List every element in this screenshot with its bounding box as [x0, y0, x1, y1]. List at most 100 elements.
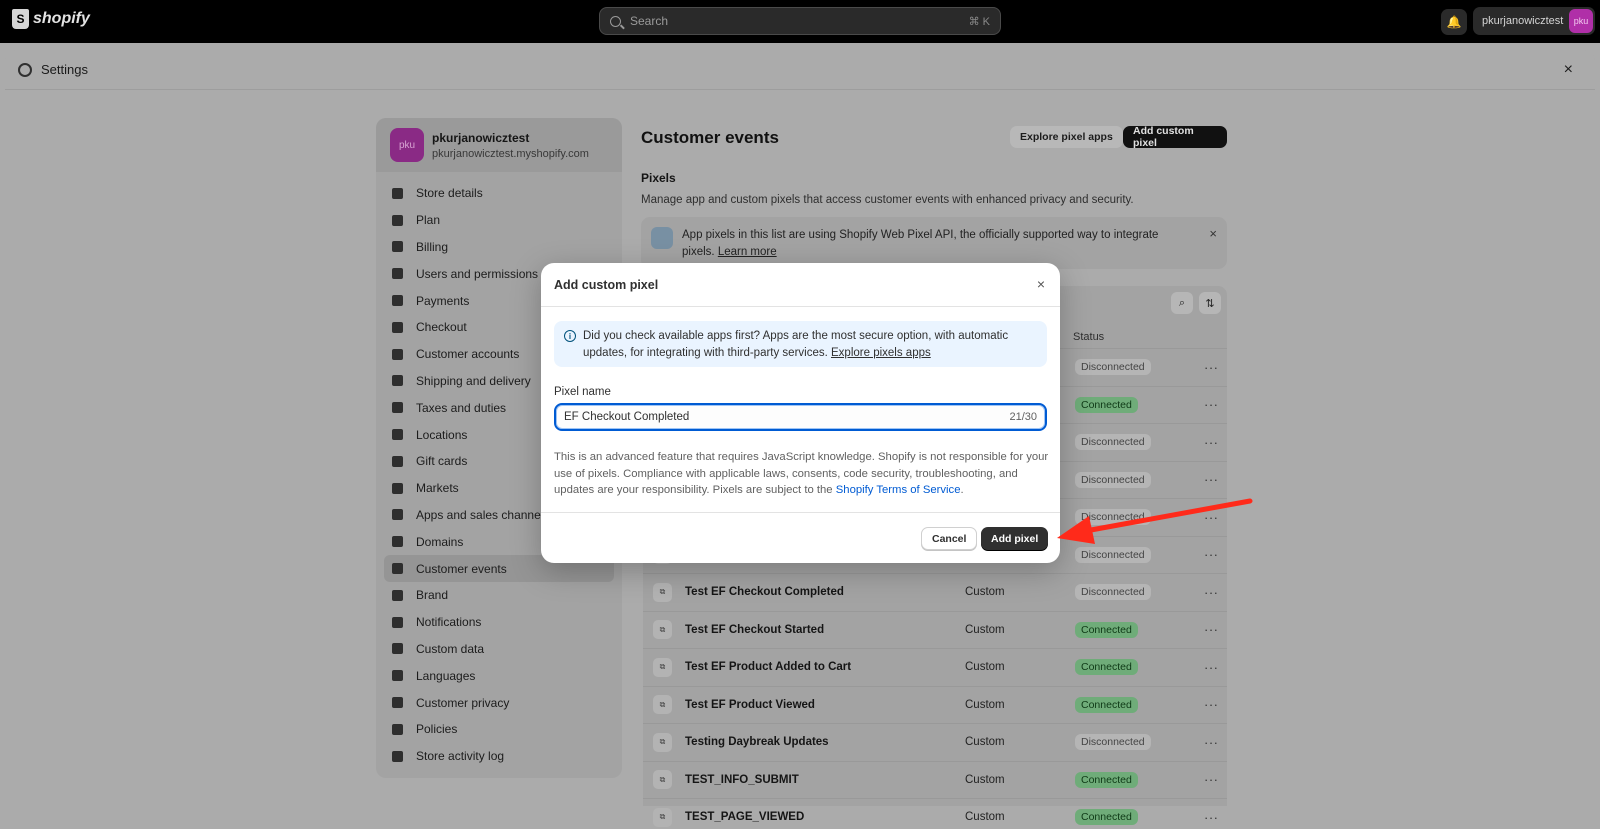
nav-item-icon — [392, 268, 403, 280]
search-icon: ⌕ — [1178, 296, 1186, 309]
modal-footer: Cancel Add pixel — [541, 512, 1060, 563]
sidebar-item-plan[interactable]: Plan — [384, 207, 614, 234]
sidebar-item-custom-data[interactable]: Custom data — [384, 636, 614, 663]
row-actions-menu-icon[interactable]: ··· — [1204, 735, 1219, 750]
row-actions-menu-icon[interactable]: ··· — [1204, 472, 1219, 487]
row-actions-menu-icon[interactable]: ··· — [1204, 622, 1219, 637]
sidebar-item-policies[interactable]: Policies — [384, 716, 614, 743]
sidebar-item-label: Payments — [416, 293, 470, 308]
account-name: pkurjanowicztest — [1482, 15, 1564, 27]
nav-item-icon — [392, 187, 403, 199]
table-row[interactable]: ⧉ Testing Daybreak Updates Custom Disconnec… — [643, 723, 1227, 761]
sidebar-item-label: Shipping and delivery — [416, 373, 531, 388]
close-modal-button[interactable]: × — [1037, 276, 1045, 292]
pixel-name: Test EF Checkout Started — [685, 623, 825, 636]
status-badge: Disconnected — [1075, 434, 1151, 451]
pixel-icon: ⧉ — [653, 582, 672, 602]
account-avatar: pku — [1569, 9, 1593, 33]
status-badge: Connected — [1075, 659, 1138, 676]
row-actions-menu-icon[interactable]: ··· — [1204, 397, 1219, 412]
pixel-icon: ⧉ — [653, 732, 672, 752]
search-icon — [610, 15, 621, 27]
pixel-name-value: EF Checkout Completed — [564, 411, 690, 423]
sidebar-item-billing[interactable]: Billing — [384, 234, 614, 261]
cancel-button[interactable]: Cancel — [921, 527, 978, 550]
add-custom-pixel-button[interactable]: Add custom pixel — [1123, 125, 1227, 149]
sidebar-item-label: Taxes and duties — [416, 400, 507, 415]
add-pixel-button[interactable]: Add pixel — [981, 527, 1049, 550]
status-badge: Connected — [1075, 621, 1138, 638]
shopify-logo[interactable]: S shopify — [12, 9, 90, 29]
nav-item-icon — [392, 670, 403, 682]
learn-more-link[interactable]: Learn more — [718, 246, 777, 258]
logo-text: shopify — [33, 10, 90, 27]
dismiss-banner-button[interactable]: × — [1209, 226, 1217, 241]
status-badge: Disconnected — [1075, 546, 1151, 563]
sidebar-item-label: Gift cards — [416, 454, 468, 469]
row-actions-menu-icon[interactable]: ··· — [1204, 547, 1219, 562]
info-icon — [651, 227, 673, 249]
sidebar-item-label: Checkout — [416, 320, 467, 335]
sidebar-item-label: Markets — [416, 481, 459, 496]
pixel-name-input[interactable]: EF Checkout Completed 21/30 — [554, 403, 1047, 431]
sidebar-item-label: Brand — [416, 588, 449, 603]
warning-end: . — [960, 484, 964, 496]
search-filter-button[interactable]: ⌕ — [1171, 292, 1193, 314]
table-row[interactable]: ⧉ Test EF Checkout Started Custom Connected… — [643, 610, 1227, 649]
table-row[interactable]: ⧉ TEST_INFO_SUBMIT Custom Connected ··· — [643, 760, 1227, 799]
shopify-bag-icon: S — [12, 9, 29, 29]
pixel-type: Custom — [965, 661, 1005, 674]
info-icon: i — [564, 330, 576, 342]
sidebar-item-store-details[interactable]: Store details — [384, 180, 614, 207]
sidebar-item-label: Store details — [416, 186, 483, 201]
row-actions-menu-icon[interactable]: ··· — [1204, 772, 1219, 787]
nav-item-icon — [392, 321, 403, 333]
arrow-head — [1057, 516, 1095, 544]
pixel-name: Test EF Product Viewed — [685, 698, 815, 711]
table-row[interactable]: ⧉ TEST_PAGE_VIEWED Custom Connected ··· — [643, 798, 1227, 829]
nav-item-icon — [392, 643, 403, 655]
row-actions-menu-icon[interactable]: ··· — [1204, 660, 1219, 675]
row-actions-menu-icon[interactable]: ··· — [1204, 360, 1219, 375]
pixel-name: Test EF Checkout Completed — [685, 586, 844, 599]
sidebar-item-label: Billing — [416, 239, 449, 254]
account-menu[interactable]: pkurjanowicztest pku — [1473, 7, 1595, 35]
nav-item-icon — [392, 563, 403, 575]
store-name: pkurjanowicztest — [432, 131, 530, 145]
row-actions-menu-icon[interactable]: ··· — [1204, 697, 1219, 712]
store-switcher[interactable]: pku pkurjanowicztest pkurjanowicztest.my… — [376, 118, 622, 172]
explore-pixel-apps-button[interactable]: Explore pixel apps — [1010, 126, 1123, 148]
sidebar-item-label: Customer events — [416, 561, 507, 576]
status-badge: Connected — [1075, 696, 1138, 713]
sort-button[interactable]: ⇅ — [1199, 292, 1221, 314]
explore-pixels-apps-link[interactable]: Explore pixels apps — [831, 347, 931, 359]
table-row[interactable]: ⧉ Test EF Checkout Completed Custom Disconn… — [643, 573, 1227, 611]
pixel-type: Custom — [965, 586, 1005, 599]
pixel-icon: ⧉ — [653, 770, 672, 790]
sidebar-item-label: Store activity log — [416, 749, 505, 764]
info-banner: App pixels in this list are using Shopif… — [641, 217, 1227, 269]
nav-item-icon — [392, 455, 403, 467]
search-bar[interactable]: Search ⌘ K — [599, 7, 1001, 35]
sidebar-item-store-activity-log[interactable]: Store activity log — [384, 743, 614, 770]
annotation-arrow — [1057, 498, 1253, 544]
sidebar-item-notifications[interactable]: Notifications — [384, 609, 614, 636]
terms-of-service-link[interactable]: Shopify Terms of Service — [836, 484, 961, 496]
sidebar-item-label: Domains — [416, 534, 464, 549]
row-actions-menu-icon[interactable]: ··· — [1204, 810, 1219, 825]
top-bar: S shopify Search ⌘ K 🔔 pkurjanowicztest … — [0, 0, 1600, 43]
table-row[interactable]: ⧉ Test EF Product Viewed Custom Connected ··… — [643, 685, 1227, 724]
sidebar-item-customer-privacy[interactable]: Customer privacy — [384, 689, 614, 716]
table-row[interactable]: ⧉ Test EF Product Added to Cart Custom Conn… — [643, 648, 1227, 686]
apps-info-callout: i Did you check available apps first? Ap… — [554, 321, 1047, 367]
close-settings-button[interactable]: × — [1564, 61, 1573, 79]
sidebar-item-label: Policies — [416, 722, 458, 737]
pixel-type: Custom — [965, 623, 1005, 636]
row-actions-menu-icon[interactable]: ··· — [1204, 435, 1219, 450]
search-placeholder: Search — [630, 14, 669, 28]
sidebar-item-languages[interactable]: Languages — [384, 662, 614, 689]
sidebar-item-brand[interactable]: Brand — [384, 582, 614, 609]
pixel-icon: ⧉ — [653, 620, 672, 640]
notifications-bell-icon[interactable]: 🔔 — [1441, 9, 1467, 35]
row-actions-menu-icon[interactable]: ··· — [1204, 585, 1219, 600]
